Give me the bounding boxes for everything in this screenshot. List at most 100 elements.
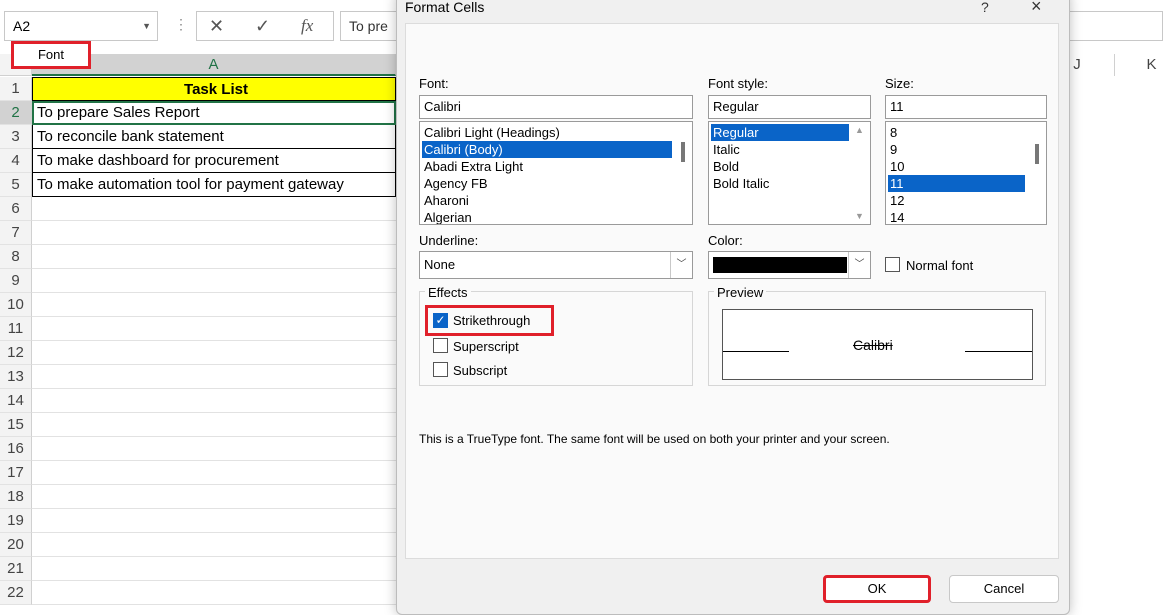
font-style-item[interactable]: Bold	[711, 158, 849, 175]
more-options-icon: ⋮	[174, 16, 188, 32]
font-list-scrollbar[interactable]	[672, 122, 692, 224]
scroll-up-icon[interactable]: ▲	[855, 125, 864, 135]
font-style-scrollbar[interactable]: ▲ ▼	[850, 122, 870, 224]
row-header[interactable]: 7	[0, 221, 32, 245]
fx-icon[interactable]: fx	[301, 16, 313, 36]
color-swatch	[713, 257, 847, 273]
row-header[interactable]: 2	[0, 101, 32, 125]
effects-label: Effects	[425, 285, 471, 300]
cell-a5-task[interactable]: To make automation tool for payment gate…	[32, 173, 396, 197]
row-header[interactable]: 22	[0, 581, 32, 605]
help-icon[interactable]: ?	[981, 0, 989, 15]
preview-label: Preview	[714, 285, 767, 300]
cancel-button[interactable]: Cancel	[949, 575, 1059, 603]
row-header[interactable]: 13	[0, 365, 32, 389]
grid-line	[32, 436, 396, 437]
font-input[interactable]: Calibri	[419, 95, 693, 119]
scrollbar-thumb[interactable]	[681, 142, 685, 162]
preview-box: Calibri	[722, 309, 1033, 380]
cell-a2-task[interactable]: To prepare Sales Report	[32, 101, 396, 125]
font-list-item[interactable]: Abadi Extra Light	[422, 158, 672, 175]
font-style-item[interactable]: Italic	[711, 141, 849, 158]
row-header[interactable]: 21	[0, 557, 32, 581]
font-list-item[interactable]: Agency FB	[422, 175, 672, 192]
chevron-down-icon[interactable]: ﹀	[670, 252, 692, 278]
row-header[interactable]: 4	[0, 149, 32, 173]
column-divider	[1114, 54, 1115, 76]
grid-line	[32, 556, 396, 557]
grid-line	[32, 580, 396, 581]
row-header[interactable]: 9	[0, 269, 32, 293]
cell-a4-task[interactable]: To make dashboard for procurement	[32, 149, 396, 173]
row-header[interactable]: 18	[0, 485, 32, 509]
grid-line	[32, 220, 396, 221]
truetype-info: This is a TrueType font. The same font w…	[419, 432, 890, 446]
grid-line	[32, 484, 396, 485]
font-style-input[interactable]: Regular	[708, 95, 871, 119]
font-style-list[interactable]: Regular Italic Bold Bold Italic ▲ ▼	[708, 121, 871, 225]
cell-a1-title[interactable]: Task List	[32, 77, 396, 101]
formula-buttons: ✕ ✓ fx	[196, 11, 334, 41]
preview-baseline-left	[723, 351, 789, 352]
font-list-item[interactable]: Calibri Light (Headings)	[422, 124, 672, 141]
close-icon[interactable]: ×	[1031, 0, 1042, 17]
superscript-checkbox[interactable]	[433, 338, 448, 353]
row-header[interactable]: 12	[0, 341, 32, 365]
row-header[interactable]: 11	[0, 317, 32, 341]
size-item[interactable]: 9	[888, 141, 1025, 158]
row-header[interactable]: 17	[0, 461, 32, 485]
grid-line	[32, 604, 396, 605]
grid-line	[32, 292, 396, 293]
name-box[interactable]: A2 ▼	[4, 11, 158, 41]
check-icon[interactable]: ✓	[255, 16, 270, 37]
grid-line	[32, 316, 396, 317]
column-header-k[interactable]: K	[1140, 54, 1163, 76]
underline-dropdown[interactable]: None ﹀	[419, 251, 693, 279]
row-header[interactable]: 19	[0, 509, 32, 533]
grid-line	[32, 412, 396, 413]
row-header[interactable]: 10	[0, 293, 32, 317]
size-list-scrollbar[interactable]	[1026, 122, 1046, 224]
strikethrough-checkbox[interactable]: ✓	[433, 313, 448, 328]
size-item[interactable]: 10	[888, 158, 1025, 175]
subscript-label[interactable]: Subscript	[453, 363, 507, 378]
font-list-item[interactable]: Calibri (Body)	[422, 141, 672, 158]
size-input[interactable]: 11	[885, 95, 1047, 119]
row-header[interactable]: 20	[0, 533, 32, 557]
font-style-item[interactable]: Bold Italic	[711, 175, 849, 192]
subscript-checkbox[interactable]	[433, 362, 448, 377]
chevron-down-icon[interactable]: ﹀	[848, 252, 870, 278]
row-header[interactable]: 14	[0, 389, 32, 413]
color-dropdown[interactable]: ﹀	[708, 251, 871, 279]
row-header[interactable]: 1	[0, 77, 32, 101]
size-item[interactable]: 11	[888, 175, 1025, 192]
size-item[interactable]: 8	[888, 124, 1025, 141]
scrollbar-thumb[interactable]	[1035, 144, 1039, 164]
chevron-down-icon[interactable]: ▼	[142, 21, 151, 31]
size-item[interactable]: 12	[888, 192, 1025, 209]
tab-font[interactable]: Font	[11, 41, 91, 69]
row-header[interactable]: 15	[0, 413, 32, 437]
font-list[interactable]: Calibri Light (Headings) Calibri (Body) …	[419, 121, 693, 225]
size-item[interactable]: 14	[888, 209, 1025, 224]
size-list[interactable]: 8 9 10 11 12 14	[885, 121, 1047, 225]
cell-a3-task[interactable]: To reconcile bank statement	[32, 125, 396, 149]
grid-line	[32, 532, 396, 533]
row-header[interactable]: 3	[0, 125, 32, 149]
font-list-item[interactable]: Algerian	[422, 209, 672, 224]
superscript-label[interactable]: Superscript	[453, 339, 519, 354]
row-header[interactable]: 16	[0, 437, 32, 461]
normal-font-label[interactable]: Normal font	[906, 258, 973, 273]
font-list-item[interactable]: Aharoni	[422, 192, 672, 209]
row-header[interactable]: 8	[0, 245, 32, 269]
strikethrough-label[interactable]: Strikethrough	[453, 313, 530, 328]
row-header[interactable]: 6	[0, 197, 32, 221]
ok-button[interactable]: OK	[823, 575, 931, 603]
cancel-icon[interactable]: ✕	[209, 16, 224, 37]
normal-font-checkbox[interactable]	[885, 257, 900, 272]
font-style-item[interactable]: Regular	[711, 124, 849, 141]
row-header[interactable]: 5	[0, 173, 32, 197]
font-style-label: Font style:	[708, 76, 768, 91]
grid-line	[32, 244, 396, 245]
scroll-down-icon[interactable]: ▼	[855, 211, 864, 221]
